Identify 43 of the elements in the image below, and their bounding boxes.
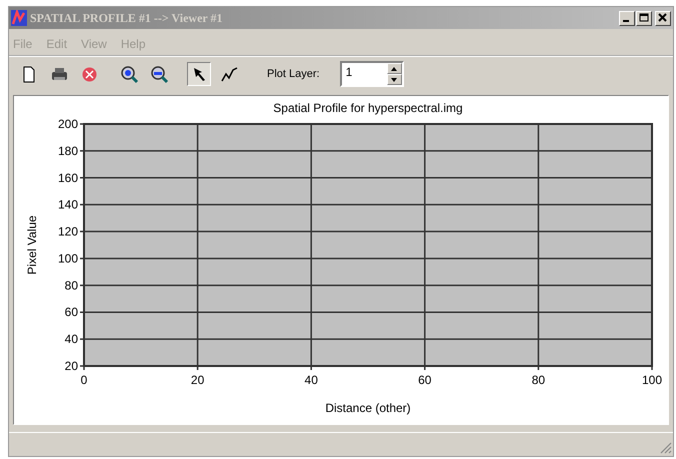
toolbar-button[interactable] [187, 62, 211, 86]
y-tick-label: 120 [58, 224, 78, 239]
y-tick-label: 60 [64, 305, 78, 320]
x-axis-label: Distance (other) [325, 401, 411, 415]
y-tick-label: 160 [58, 170, 78, 185]
y-tick-label: 20 [64, 359, 78, 373]
menu-item[interactable]: Edit [46, 37, 68, 51]
x-tick-label: 60 [418, 373, 432, 387]
y-axis-label: Pixel Value [25, 215, 39, 275]
x-tick-label: 20 [190, 373, 204, 387]
x-tick-label: 80 [532, 373, 546, 387]
close-button[interactable] [655, 10, 671, 26]
menu-item[interactable]: View [81, 37, 107, 51]
minimize-icon [623, 20, 629, 22]
menu-item[interactable]: Help [120, 37, 146, 51]
down-arrow-icon [391, 78, 398, 82]
cancel-icon [80, 64, 98, 84]
x-tick-label: 40 [304, 373, 318, 387]
y-tick-label: 80 [64, 278, 78, 292]
plot-layer-label: Plot Layer: [267, 68, 320, 80]
line-graph-icon [220, 64, 238, 84]
zoom-in-icon [120, 64, 138, 84]
x-tick-label: 0 [80, 373, 88, 387]
plot-layer-spinner[interactable]: 1 [340, 61, 404, 87]
app-icon [11, 10, 27, 26]
up-arrow-icon [391, 66, 398, 70]
maximize-button[interactable] [636, 10, 652, 26]
x-tick-label: 100 [642, 373, 662, 387]
maximize-icon [639, 13, 649, 23]
y-tick-label: 140 [58, 198, 78, 212]
y-tick-label: 180 [58, 144, 78, 158]
resize-grip-icon[interactable] [660, 442, 672, 454]
window-title: SPATIAL PROFILE #1 --> Viewer #1 [30, 10, 224, 26]
chart-title: Spatial Profile for hyperspectral.img [273, 101, 463, 115]
minimize-button[interactable] [619, 10, 635, 26]
zoom-out-icon [150, 64, 168, 84]
y-tick-label: 40 [64, 332, 78, 346]
spin-up-button[interactable] [386, 63, 402, 74]
menu-item[interactable]: File [13, 37, 32, 51]
spin-down-button[interactable] [386, 74, 402, 85]
y-tick-label: 200 [58, 117, 78, 131]
close-icon [658, 13, 668, 23]
y-tick-label: 100 [58, 251, 78, 266]
